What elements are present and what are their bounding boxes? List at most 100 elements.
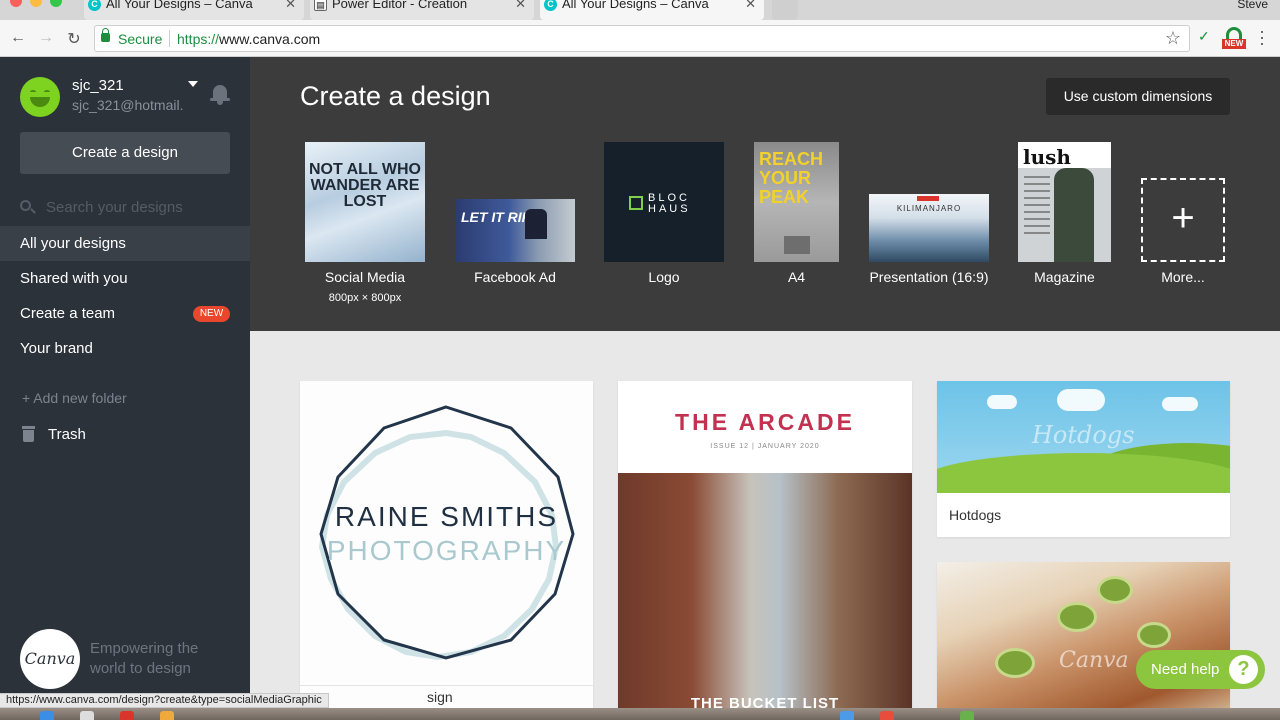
sidebar-item-shared[interactable]: Shared with you — [0, 261, 250, 296]
bell-body — [213, 85, 227, 99]
cloud-icon — [1162, 397, 1198, 411]
more-templates-button[interactable]: + — [1141, 178, 1225, 262]
address-bar[interactable]: Secure https://www.canva.com ☆ — [94, 25, 1190, 52]
url-host: www.canva.com — [219, 31, 321, 47]
template-presentation[interactable]: KILIMANJARO — [869, 194, 989, 262]
minimize-window-icon[interactable] — [30, 0, 42, 7]
close-tab-icon[interactable]: ✕ — [745, 0, 756, 10]
design-card[interactable]: RAINE SMITHS PHOTOGRAPHY — [300, 381, 593, 720]
template-logo[interactable]: BLOC HAUS — [604, 142, 724, 262]
browser-toolbar: ← → ↻ Secure https://www.canva.com ☆ ✓ N… — [0, 20, 1280, 57]
template-magazine[interactable]: lush — [1018, 142, 1111, 262]
thumbnail-text: LET IT RIP — [461, 209, 531, 225]
sidebar-item-your-brand[interactable]: Your brand — [0, 331, 250, 366]
need-help-button[interactable]: Need help ? — [1136, 650, 1265, 689]
canva-favicon-icon: C — [88, 0, 101, 11]
design-card[interactable]: Hotdogs Hotdogs — [937, 381, 1230, 537]
avatar-mouth — [30, 97, 50, 107]
bookmark-star-icon[interactable]: ☆ — [1165, 28, 1181, 49]
extension-ring-icon — [1226, 27, 1242, 39]
search-icon — [20, 200, 36, 214]
browser-menu-icon[interactable]: · · · — [1258, 22, 1266, 52]
sidebar: sjc_321 sjc_321@hotmail.com Create a des… — [0, 57, 262, 720]
tab-title: All Your Designs – Canva — [562, 0, 709, 11]
browser-tab-active[interactable]: C All Your Designs – Canva ✕ — [540, 0, 764, 20]
back-arrow-icon[interactable]: ← — [9, 29, 27, 47]
dock-app-icon[interactable] — [840, 711, 854, 720]
close-tab-icon[interactable]: ✕ — [285, 0, 296, 10]
user-email: sjc_321@hotmail.com — [72, 97, 184, 113]
sidebar-item-trash[interactable]: Trash — [48, 426, 86, 443]
new-badge: NEW — [193, 306, 230, 322]
maximize-window-icon[interactable] — [50, 0, 62, 7]
tab-title: All Your Designs – Canva — [106, 0, 253, 11]
thumbnail-text: KILIMANJARO — [896, 204, 962, 213]
new-tab-button[interactable] — [772, 0, 798, 20]
cloud-icon — [1057, 389, 1105, 411]
url-scheme: https:// — [177, 31, 220, 47]
close-window-icon[interactable] — [10, 0, 22, 7]
design-text: PHOTOGRAPHY — [326, 535, 567, 566]
dock-app-icon[interactable] — [40, 711, 54, 720]
magazine-cover-lines — [1024, 176, 1050, 236]
browser-tab[interactable]: C All Your Designs – Canva ✕ — [84, 0, 304, 20]
template-label[interactable]: Magazine — [1018, 269, 1111, 285]
close-tab-icon[interactable]: ✕ — [515, 0, 526, 10]
search-input[interactable] — [46, 197, 230, 217]
trash-icon[interactable] — [22, 426, 35, 442]
avatar[interactable] — [20, 77, 60, 117]
template-label[interactable]: Facebook Ad — [455, 269, 575, 285]
username[interactable]: sjc_321 — [72, 77, 124, 94]
checkmark-extension-icon[interactable]: ✓ — [1198, 28, 1210, 45]
template-label[interactable]: More... — [1141, 269, 1225, 285]
dock-app-icon[interactable] — [960, 711, 974, 720]
jalapeno-slice — [1097, 576, 1133, 604]
cloud-icon — [987, 395, 1017, 409]
template-label[interactable]: Logo — [604, 269, 724, 285]
dock-app-icon[interactable] — [120, 711, 134, 720]
jalapeno-slice — [995, 648, 1035, 678]
thumbnail-tag — [917, 196, 939, 201]
template-label[interactable]: Presentation (16:9) — [859, 269, 999, 285]
trash-lid — [22, 426, 35, 429]
add-folder-link[interactable]: + Add new folder — [22, 390, 127, 406]
thumbnail-strip — [784, 236, 810, 254]
lock-icon — [101, 28, 110, 42]
design-text: ISSUE 12 | JANUARY 2020 — [710, 443, 820, 450]
custom-dimensions-button[interactable]: Use custom dimensions — [1046, 78, 1230, 115]
design-text: RAINE SMITHS — [334, 501, 559, 532]
dock-app-icon[interactable] — [80, 711, 94, 720]
browser-tab-bar: C All Your Designs – Canva ✕ ▤ Power Edi… — [0, 0, 1280, 20]
template-label[interactable]: A4 — [754, 269, 839, 285]
alley-photo — [618, 473, 912, 720]
house-icon — [629, 196, 643, 210]
dock-app-icon[interactable] — [160, 711, 174, 720]
design-card[interactable]: Canva — [937, 562, 1230, 720]
template-social-media[interactable]: NOT ALL WHO WANDER ARE LOST — [305, 142, 425, 262]
forward-arrow-icon[interactable]: → — [37, 29, 55, 47]
design-name[interactable]: sign — [427, 689, 453, 705]
browser-profile-name[interactable]: Steve — [1237, 0, 1268, 11]
create-design-button[interactable]: Create a design — [20, 132, 230, 174]
magazine-model — [1054, 168, 1094, 262]
document-favicon-icon: ▤ — [314, 0, 327, 11]
template-sublabel: 800px × 800px — [328, 292, 402, 304]
dock-app-icon[interactable] — [880, 711, 894, 720]
canva-logo[interactable]: Canva — [20, 629, 80, 689]
design-card[interactable]: THE ARCADE ISSUE 12 | JANUARY 2020 THE B… — [618, 381, 912, 720]
thumbnail-text: lush — [1023, 145, 1071, 169]
url-text[interactable]: https://www.canva.com — [177, 31, 320, 47]
question-mark-icon: ? — [1229, 655, 1258, 684]
template-a4[interactable]: REACH YOUR PEAK — [754, 142, 839, 262]
canva-favicon-icon: C — [544, 0, 557, 11]
account-dropdown-icon[interactable] — [188, 81, 198, 87]
avatar-eye — [30, 90, 36, 94]
sidebar-item-all-designs[interactable]: All your designs — [0, 226, 262, 261]
template-label[interactable]: Social Media — [305, 269, 425, 285]
bell-icon[interactable] — [210, 83, 230, 105]
design-name[interactable]: Hotdogs — [949, 507, 1001, 523]
template-facebook-ad[interactable]: LET IT RIP — [455, 199, 575, 262]
reload-icon[interactable]: ↻ — [65, 29, 83, 49]
browser-tab[interactable]: ▤ Power Editor - Creation ✕ — [310, 0, 534, 20]
extension-icon[interactable]: NEW — [1222, 27, 1246, 49]
